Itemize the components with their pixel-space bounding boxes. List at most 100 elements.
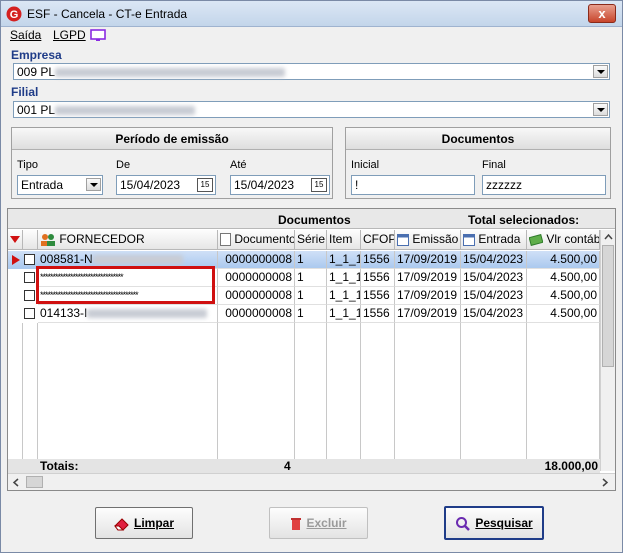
column-serie-label: Série <box>297 232 326 246</box>
tipo-select[interactable]: Entrada <box>17 175 103 195</box>
column-documento-label: Documento <box>234 232 295 246</box>
grid-band-header: Documentos Total selecionados: <box>8 209 615 229</box>
column-cfop[interactable]: CFOP <box>361 230 395 250</box>
chevron-down-icon[interactable] <box>593 65 608 78</box>
cell-item: 1_1_1 <box>327 269 361 287</box>
chevron-right-icon[interactable] <box>598 476 611 489</box>
filial-value: 001 PL <box>17 103 56 117</box>
column-emissao-label: Emissão <box>412 232 459 246</box>
column-documento[interactable]: Documento <box>218 230 295 250</box>
tipo-label: Tipo <box>17 159 38 171</box>
documentos-header: Documentos <box>346 128 610 150</box>
app-window: G ESF - Cancela - CT-e Entrada x Saída L… <box>0 0 623 553</box>
vertical-scrollbar[interactable] <box>600 230 615 471</box>
fornecedor-value: 008581-N <box>40 252 93 266</box>
column-entrada[interactable]: Entrada <box>461 230 527 250</box>
chevron-down-icon[interactable] <box>86 178 101 191</box>
money-icon <box>528 233 544 246</box>
redacted-text <box>87 309 208 319</box>
row-checkbox[interactable] <box>24 290 35 301</box>
search-icon <box>456 516 471 531</box>
cell-emissao: 17/09/2019 <box>395 269 461 287</box>
menu-saida[interactable]: Saída <box>10 28 41 42</box>
cell-entrada: 15/04/2023 <box>461 269 527 287</box>
cell-serie: 1 <box>295 305 327 323</box>
cell-serie: 1 <box>295 251 327 269</box>
de-date-value: 15/04/2023 <box>120 178 181 192</box>
calendar-icon[interactable]: 15 <box>311 178 327 192</box>
menu-lgpd[interactable]: LGPD <box>53 28 86 42</box>
cell-serie: 1 <box>295 269 327 287</box>
monitor-icon[interactable] <box>90 29 106 42</box>
cell-vlr-contabil: 4.500,00 <box>527 251 600 269</box>
cell-item: 1_1_1 <box>327 305 361 323</box>
totals-count: 4 <box>284 459 291 473</box>
column-serie[interactable]: Série <box>295 230 327 250</box>
inicial-value: ! <box>355 178 359 192</box>
inicial-field[interactable]: ! <box>351 175 475 195</box>
window-title: ESF - Cancela - CT-e Entrada <box>27 7 188 21</box>
cell-vlr-contabil: 4.500,00 <box>527 269 600 287</box>
trash-icon <box>291 517 302 530</box>
current-row-arrow-icon <box>12 255 20 265</box>
final-value: zzzzzz <box>486 178 522 192</box>
grid-empty-area <box>8 323 600 459</box>
cell-documento: 0000000008 <box>218 251 295 269</box>
documentos-group: Documentos Inicial ! Final zzzzzz <box>345 127 611 199</box>
excluir-button[interactable]: Excluir <box>269 507 368 539</box>
ate-label: Até <box>230 159 247 171</box>
horizontal-scrollbar[interactable] <box>8 473 615 490</box>
totals-value: 18.000,00 <box>544 459 598 473</box>
sort-arrow-icon <box>10 236 20 243</box>
cell-fornecedor: 014133-I <box>38 305 218 323</box>
cell-emissao: 17/09/2019 <box>395 251 461 269</box>
pesquisar-button[interactable]: Pesquisar <box>444 506 544 540</box>
title-bar: G ESF - Cancela - CT-e Entrada x <box>1 1 622 27</box>
column-cfop-label: CFOP <box>363 232 395 246</box>
cell-entrada: 15/04/2023 <box>461 305 527 323</box>
column-vlr-contabil-label: Vlr contábil <box>546 232 600 246</box>
fornecedor-value: 014133-I <box>40 306 88 320</box>
chevron-down-icon[interactable] <box>593 103 608 116</box>
row-checkbox[interactable] <box>24 308 35 319</box>
table-row[interactable]: 014133-I 0000000008 1 1_1_1 1556 17/09/2… <box>8 305 600 323</box>
cell-emissao: 17/09/2019 <box>395 287 461 305</box>
cell-emissao: 17/09/2019 <box>395 305 461 323</box>
column-fornecedor[interactable]: FORNECEDOR <box>38 230 218 250</box>
filial-label: Filial <box>11 85 39 99</box>
de-date-field[interactable]: 15/04/2023 15 <box>116 175 216 195</box>
row-checkbox[interactable] <box>24 272 35 283</box>
redacted-text <box>55 106 196 116</box>
checkbox-column-header[interactable] <box>23 230 38 250</box>
empresa-select[interactable]: 009 PL <box>13 63 610 80</box>
menu-bar: Saída LGPD <box>1 28 622 44</box>
column-fornecedor-label: FORNECEDOR <box>59 232 145 246</box>
column-emissao[interactable]: Emissão <box>395 230 461 250</box>
filial-select[interactable]: 001 PL <box>13 101 610 118</box>
horizontal-scroll-thumb[interactable] <box>26 476 43 488</box>
excluir-label: Excluir <box>306 516 347 530</box>
chevron-left-icon[interactable] <box>10 476 23 489</box>
cell-documento: 0000000008 <box>218 269 295 287</box>
column-item[interactable]: Item <box>327 230 361 250</box>
calendar-icon[interactable]: 15 <box>197 178 213 192</box>
row-checkbox[interactable] <box>24 254 35 265</box>
ate-date-field[interactable]: 15/04/2023 15 <box>230 175 330 195</box>
cell-item: 1_1_1 <box>327 251 361 269</box>
redacted-text <box>55 68 286 78</box>
column-item-label: Item <box>329 232 353 246</box>
cell-cfop: 1556 <box>361 251 395 269</box>
column-entrada-label: Entrada <box>478 232 521 246</box>
periodo-group: Período de emissão Tipo Entrada De 15/04… <box>11 127 333 199</box>
cell-cfop: 1556 <box>361 287 395 305</box>
cell-item: 1_1_1 <box>327 287 361 305</box>
documents-grid[interactable]: Documentos Total selecionados: FORNECEDO… <box>7 208 616 491</box>
calendar-icon <box>397 233 409 246</box>
final-field[interactable]: zzzzzz <box>482 175 606 195</box>
limpar-button[interactable]: Limpar <box>95 507 193 539</box>
final-label: Final <box>482 159 506 171</box>
close-button[interactable]: x <box>588 4 616 23</box>
chevron-up-icon[interactable] <box>602 231 615 244</box>
vertical-scroll-thumb[interactable] <box>602 245 614 367</box>
column-vlr-contabil[interactable]: Vlr contábil <box>527 230 600 250</box>
